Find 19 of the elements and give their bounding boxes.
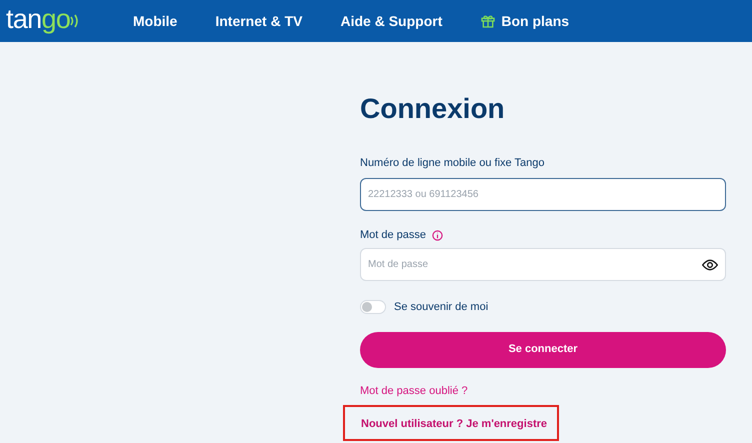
field-label: Mot de passe: [360, 228, 426, 242]
page-title: Connexion: [360, 92, 506, 126]
nav-link[interactable]: Mobile: [133, 10, 178, 32]
nav-link[interactable]: Bon plans: [480, 10, 570, 32]
eye-icon[interactable]: [702, 259, 718, 271]
register-link[interactable]: Nouvel utilisateur ? Je m'enregistre: [361, 418, 548, 430]
remember-toggle[interactable]: [360, 300, 386, 314]
remember-label: Se souvenir de moi: [394, 300, 488, 315]
info-icon[interactable]: [432, 230, 444, 240]
logo[interactable]: tango: [6, 6, 70, 36]
field-label: Numéro de ligne mobile ou fixe Tango: [360, 156, 546, 170]
nav-link[interactable]: Internet & TV: [215, 10, 302, 32]
nav-link[interactable]: Aide & Support: [340, 10, 442, 32]
phone-input-field[interactable]: 22212333 ou 691123456: [360, 178, 726, 211]
signal-waves-icon: [70, 14, 80, 28]
login-button[interactable]: Se connecter: [360, 332, 726, 368]
forgot-password-link[interactable]: Mot de passe oublié ?: [360, 384, 468, 398]
password-input-field[interactable]: Mot de passe: [360, 248, 726, 281]
gift-icon: [480, 13, 496, 29]
